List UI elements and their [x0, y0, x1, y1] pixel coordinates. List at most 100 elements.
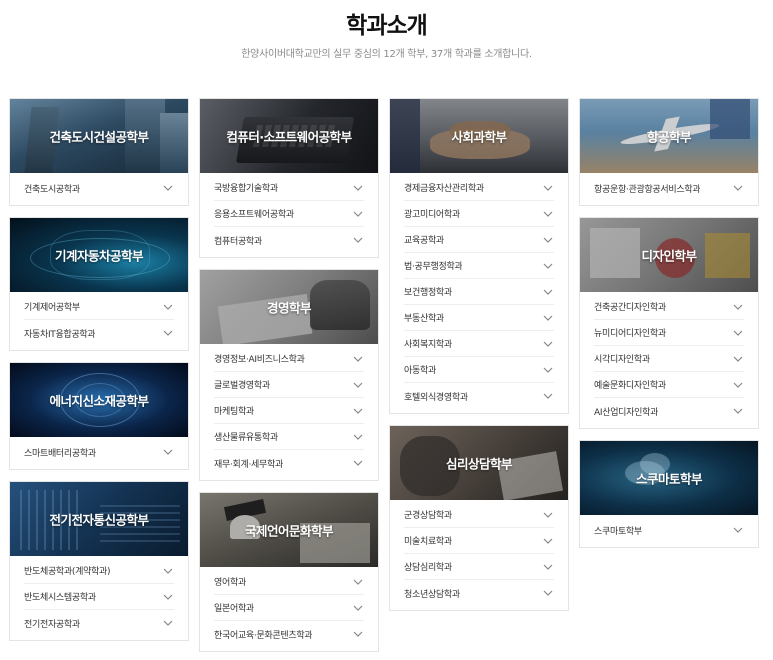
department-title: 국제언어문화학부 [244, 523, 334, 539]
chevron-down-icon [542, 364, 554, 376]
major-item[interactable]: 건축도시공학과 [24, 175, 174, 201]
chevron-down-icon [542, 509, 554, 521]
major-item[interactable]: 마케팅학과 [214, 398, 364, 424]
major-item[interactable]: 영어학과 [214, 569, 364, 595]
major-item[interactable]: 글로벌경영학과 [214, 372, 364, 398]
major-label: 재무·회계·세무학과 [214, 459, 283, 470]
department-card-counseling: 심리상담학부 군경상담학과 미술치료학과 상담심리학과 청소년상담학과 [389, 425, 569, 611]
major-label: 생산물류유통학과 [214, 433, 278, 443]
department-banner[interactable]: 기계자동차공학부 [10, 218, 188, 292]
major-item[interactable]: 보건행정학과 [404, 279, 554, 305]
page-subtitle: 한양사이버대학교만의 실무 중심의 12개 학부, 37개 학과를 소개합니다. [241, 49, 532, 60]
department-banner[interactable]: 컴퓨터·소프트웨어공학부 [200, 99, 378, 173]
major-label: 스마트배터리공학과 [24, 448, 96, 459]
major-item[interactable]: 광고미디어학과 [404, 201, 554, 227]
major-item[interactable]: 아동학과 [404, 357, 554, 383]
major-item[interactable]: 항공운항·관광항공서비스학과 [594, 175, 744, 201]
department-banner[interactable]: 에너지신소재공학부 [10, 363, 188, 437]
department-card-design: 디자인학부 건축공간디자인학과 뉴미디어디자인학과 시각디자인학과 예술문화디자… [579, 217, 759, 429]
major-list: 스쿠마토학부 [580, 515, 758, 547]
major-label: 응용소프트웨어공학과 [214, 210, 294, 220]
major-label: 항공운항·관광항공서비스학과 [594, 184, 701, 195]
major-item[interactable]: 경영정보·AI비즈니스학과 [214, 346, 364, 372]
major-item[interactable]: 기계제어공학부 [24, 294, 174, 320]
department-title: 기계자동차공학부 [54, 248, 144, 264]
department-banner[interactable]: 스쿠마토학부 [580, 441, 758, 515]
major-item[interactable]: 호텔외식경영학과 [404, 383, 554, 409]
major-item[interactable]: 청소년상담학과 [404, 580, 554, 606]
major-item[interactable]: 교육공학과 [404, 227, 554, 253]
department-column-3: 사회과학부 경제금융자산관리학과 광고미디어학과 교육공학과 법·공무행정학과 … [389, 98, 569, 622]
department-banner[interactable]: 디자인학부 [580, 218, 758, 292]
chevron-down-icon [542, 535, 554, 547]
major-list: 경제금융자산관리학과 광고미디어학과 교육공학과 법·공무행정학과 보건행정학과… [390, 173, 568, 413]
chevron-down-icon [352, 602, 364, 614]
department-title: 심리상담학부 [445, 456, 513, 472]
major-list: 항공운항·관광항공서비스학과 [580, 173, 758, 205]
chevron-down-icon [542, 561, 554, 573]
major-item[interactable]: 법·공무행정학과 [404, 253, 554, 279]
chevron-down-icon [542, 286, 554, 298]
major-item[interactable]: 자동차IT융합공학과 [24, 320, 174, 346]
department-card-smart: 스쿠마토학부 스쿠마토학부 [579, 440, 759, 548]
major-item[interactable]: 전기전자공학과 [24, 610, 174, 636]
department-column-1: 건축도시건설공학부 건축도시공학과 기계자동차공학부 기계제어공학부 자동차IT… [9, 98, 189, 652]
chevron-down-icon [162, 617, 174, 629]
department-title: 에너지신소재공학부 [49, 393, 149, 409]
major-item[interactable]: 경제금융자산관리학과 [404, 175, 554, 201]
major-label: 법·공무행정학과 [404, 262, 463, 272]
department-banner[interactable]: 경영학부 [200, 270, 378, 344]
major-item[interactable]: 시각디자인학과 [594, 346, 744, 372]
major-label: 영어학과 [214, 578, 246, 588]
department-title: 전기전자통신공학부 [49, 512, 149, 528]
chevron-down-icon [162, 591, 174, 603]
major-label: 청소년상담학과 [404, 589, 460, 600]
department-title: 사회과학부 [451, 129, 507, 145]
major-item[interactable]: 예술문화디자인학과 [594, 372, 744, 398]
department-column-4: 항공학부 항공운항·관광항공서비스학과 디자인학부 건축공간디자인학과 뉴미디어… [579, 98, 759, 559]
major-label: 국방융합기술학과 [214, 184, 278, 194]
major-label: 컴퓨터공학과 [214, 236, 262, 247]
major-item[interactable]: 컴퓨터공학과 [214, 227, 364, 253]
major-item[interactable]: 한국어교육·문화콘텐츠학과 [214, 621, 364, 647]
department-title: 경영학부 [266, 300, 312, 316]
major-item[interactable]: 군경상담학과 [404, 502, 554, 528]
department-card-business: 경영학부 경영정보·AI비즈니스학과 글로벌경영학과 마케팅학과 생산물류유통학… [199, 269, 379, 481]
department-banner[interactable]: 항공학부 [580, 99, 758, 173]
major-label: 글로벌경영학과 [214, 381, 270, 391]
chevron-down-icon [352, 353, 364, 365]
chevron-down-icon [732, 182, 744, 194]
major-item[interactable]: 재무·회계·세무학과 [214, 450, 364, 476]
major-item[interactable]: 응용소프트웨어공학과 [214, 201, 364, 227]
major-item[interactable]: 일본어학과 [214, 595, 364, 621]
major-label: 시각디자인학과 [594, 355, 650, 365]
major-item[interactable]: 건축공간디자인학과 [594, 294, 744, 320]
department-banner[interactable]: 전기전자통신공학부 [10, 482, 188, 556]
major-list: 건축도시공학과 [10, 173, 188, 205]
major-item[interactable]: 생산물류유통학과 [214, 424, 364, 450]
department-card-energy: 에너지신소재공학부 스마트배터리공학과 [9, 362, 189, 470]
chevron-down-icon [162, 565, 174, 577]
page-title: 학과소개 [346, 13, 428, 39]
major-item[interactable]: 미술치료학과 [404, 528, 554, 554]
major-item[interactable]: 사회복지학과 [404, 331, 554, 357]
major-item[interactable]: 스쿠마토학부 [594, 517, 744, 543]
major-item[interactable]: AI산업디자인학과 [594, 398, 744, 424]
major-item[interactable]: 스마트배터리공학과 [24, 439, 174, 465]
department-banner[interactable]: 심리상담학부 [390, 426, 568, 500]
major-item[interactable]: 국방융합기술학과 [214, 175, 364, 201]
major-item[interactable]: 반도체공학과(계약학과) [24, 558, 174, 584]
chevron-down-icon [732, 301, 744, 313]
department-banner[interactable]: 국제언어문화학부 [200, 493, 378, 567]
major-item[interactable]: 부동산학과 [404, 305, 554, 331]
department-title: 컴퓨터·소프트웨어공학부 [226, 129, 352, 145]
major-item[interactable]: 반도체시스템공학과 [24, 584, 174, 610]
chevron-down-icon [162, 446, 174, 458]
department-banner[interactable]: 사회과학부 [390, 99, 568, 173]
department-card-social-science: 사회과학부 경제금융자산관리학과 광고미디어학과 교육공학과 법·공무행정학과 … [389, 98, 569, 414]
major-item[interactable]: 상담심리학과 [404, 554, 554, 580]
major-item[interactable]: 뉴미디어디자인학과 [594, 320, 744, 346]
chevron-down-icon [162, 182, 174, 194]
department-banner[interactable]: 건축도시건설공학부 [10, 99, 188, 173]
major-label: 반도체공학과(계약학과) [24, 567, 111, 577]
